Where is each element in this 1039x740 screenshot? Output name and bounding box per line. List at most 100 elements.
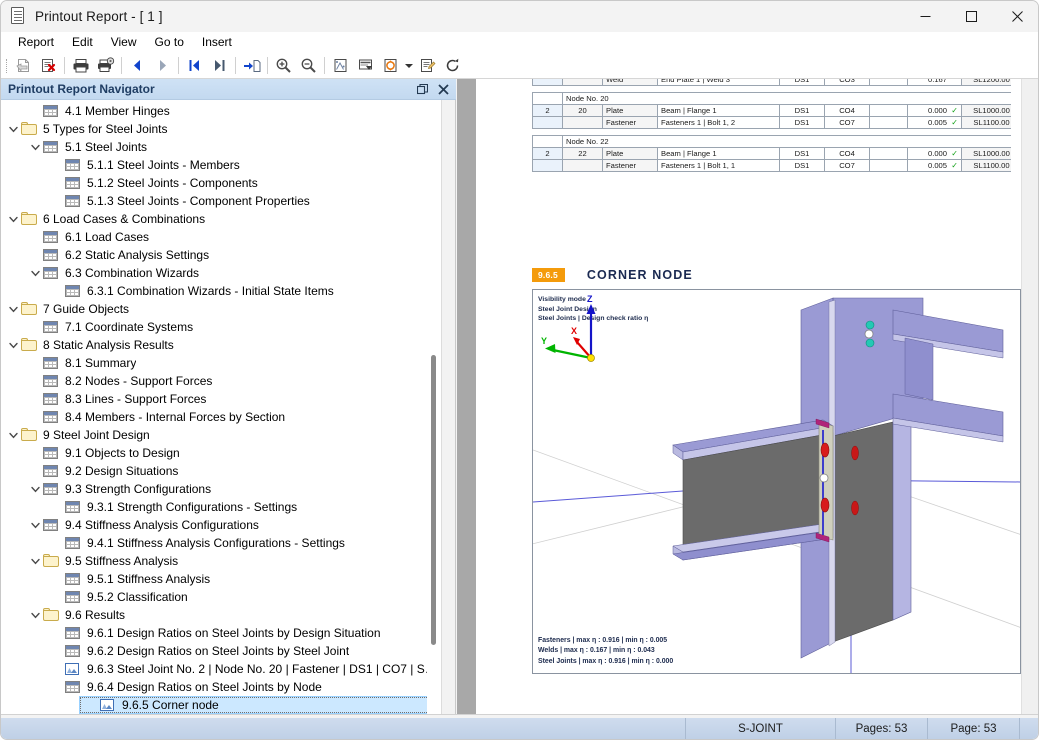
tree-item[interactable]: 6.3.1 Combination Wizards - Initial Stat… <box>1 282 442 300</box>
menu-insert[interactable]: Insert <box>193 33 241 51</box>
tree-item[interactable]: 5.1.3 Steel Joints - Component Propertie… <box>1 192 442 210</box>
next-page-icon[interactable] <box>150 54 175 78</box>
chevron-down-icon[interactable] <box>27 517 43 533</box>
tree-item-label: 9.6.5 Corner node <box>122 698 219 712</box>
chevron-down-icon[interactable] <box>5 121 21 137</box>
close-button[interactable] <box>994 1 1038 32</box>
navigator-vertical-scrollbar[interactable] <box>427 100 441 716</box>
table-cell: CO7 <box>824 116 870 129</box>
previous-page-icon[interactable] <box>125 54 150 78</box>
table-cell: Fastener <box>602 159 658 172</box>
document-vertical-scrollbar[interactable] <box>1021 79 1038 716</box>
legend-line: Steel Joints | max η : 0.916 | min η : 0… <box>538 657 674 665</box>
tree-item[interactable]: 9.3 Strength Configurations <box>1 480 442 498</box>
tree-item[interactable]: 6.1 Load Cases <box>1 228 442 246</box>
menu-report[interactable]: Report <box>9 33 63 51</box>
first-page-icon[interactable] <box>182 54 207 78</box>
tree-item[interactable]: 9.6 Results <box>1 606 442 624</box>
open-report-icon[interactable] <box>11 54 36 78</box>
tree-item[interactable]: 9.6.4 Design Ratios on Steel Joints by N… <box>1 678 442 696</box>
go-to-page-icon[interactable] <box>239 54 264 78</box>
chevron-down-icon[interactable] <box>27 481 43 497</box>
toolbar-grip[interactable] <box>3 57 11 75</box>
export-icon[interactable] <box>378 54 403 78</box>
edit-report-icon[interactable] <box>415 54 440 78</box>
folder-icon <box>21 338 38 352</box>
chevron-down-icon[interactable] <box>403 54 415 78</box>
tree-item[interactable]: 5 Types for Steel Joints <box>1 120 442 138</box>
menu-goto[interactable]: Go to <box>146 33 193 51</box>
tree-item[interactable]: 6.2 Static Analysis Settings <box>1 246 442 264</box>
tree-item[interactable]: 9.6.1 Design Ratios on Steel Joints by D… <box>1 624 442 642</box>
chevron-down-icon[interactable] <box>27 265 43 281</box>
tree-item[interactable]: 6.3 Combination Wizards <box>1 264 442 282</box>
tree-item[interactable]: 4.1 Member Hinges <box>1 102 442 120</box>
selection-icon[interactable] <box>353 54 378 78</box>
chevron-down-icon[interactable] <box>27 607 43 623</box>
tree-item[interactable]: 9.4.1 Stiffness Analysis Configurations … <box>1 534 442 552</box>
tree-item[interactable]: 9.4 Stiffness Analysis Configurations <box>1 516 442 534</box>
tree-item-label: 8.4 Members - Internal Forces by Section <box>65 410 286 424</box>
tree-item[interactable]: 7 Guide Objects <box>1 300 442 318</box>
navigator-tree[interactable]: 4.1 Member Hinges 5 Types for Steel Joint… <box>1 100 442 716</box>
table-icon <box>43 374 60 388</box>
navigator-title: Printout Report Navigator <box>8 82 155 96</box>
tree-item[interactable]: 9.2 Design Situations <box>1 462 442 480</box>
print-icon[interactable] <box>68 54 93 78</box>
tree-item[interactable]: 8.2 Nodes - Support Forces <box>1 372 442 390</box>
print-setup-icon[interactable] <box>93 54 118 78</box>
pic-icon <box>100 698 117 712</box>
tree-item[interactable]: 9.6.3 Steel Joint No. 2 | Node No. 20 | … <box>1 660 442 678</box>
table-group-row: Node No. 20 <box>532 92 1038 105</box>
tree-item[interactable]: 9.5 Stiffness Analysis <box>1 552 442 570</box>
chevron-down-icon[interactable] <box>27 139 43 155</box>
menu-edit[interactable]: Edit <box>63 33 102 51</box>
tree-item-label: 8 Static Analysis Results <box>43 338 174 352</box>
status-band: S-JOINT Pages: 53 Page: 53 <box>1 718 1038 739</box>
page-setup-icon[interactable] <box>328 54 353 78</box>
tree-item[interactable]: 9.5.1 Stiffness Analysis <box>1 570 442 588</box>
menu-view[interactable]: View <box>102 33 146 51</box>
chevron-down-icon[interactable] <box>5 211 21 227</box>
table-cell: DS1 <box>779 147 825 160</box>
table-icon <box>43 464 60 478</box>
tree-item[interactable]: 6 Load Cases & Combinations <box>1 210 442 228</box>
tree-item[interactable]: 8.4 Members - Internal Forces by Section <box>1 408 442 426</box>
float-window-icon[interactable] <box>414 81 431 98</box>
chevron-down-icon[interactable] <box>5 427 21 443</box>
table-cell <box>562 116 603 129</box>
delete-report-icon[interactable] <box>36 54 61 78</box>
status-pages: Pages: 53 <box>835 718 927 739</box>
scrollbar-thumb[interactable] <box>431 355 436 645</box>
zoom-in-icon[interactable] <box>271 54 296 78</box>
tree-item[interactable]: 8.1 Summary <box>1 354 442 372</box>
tree-item[interactable]: 5.1 Steel Joints <box>1 138 442 156</box>
check-icon: ✓ <box>951 118 958 127</box>
tree-item[interactable]: 9 Steel Joint Design <box>1 426 442 444</box>
zoom-out-icon[interactable] <box>296 54 321 78</box>
refresh-icon[interactable] <box>440 54 465 78</box>
tree-item[interactable]: 8 Static Analysis Results <box>1 336 442 354</box>
tree-item[interactable]: 9.3.1 Strength Configurations - Settings <box>1 498 442 516</box>
chevron-down-icon[interactable] <box>5 337 21 353</box>
tree-item-label: 9.3 Strength Configurations <box>65 482 212 496</box>
table-cell: Plate <box>602 147 658 160</box>
chevron-down-icon[interactable] <box>27 553 43 569</box>
maximize-button[interactable] <box>948 1 994 32</box>
minimize-button[interactable] <box>902 1 948 32</box>
toolbar-separator <box>64 57 65 74</box>
tree-item[interactable]: 9.6.2 Design Ratios on Steel Joints by S… <box>1 642 442 660</box>
tree-item[interactable]: 8.3 Lines - Support Forces <box>1 390 442 408</box>
table-cell: Plate <box>602 104 658 117</box>
last-page-icon[interactable] <box>207 54 232 78</box>
tree-item[interactable]: 9.5.2 Classification <box>1 588 442 606</box>
table-group-label: Node No. 20 <box>562 92 1038 105</box>
chevron-down-icon[interactable] <box>5 301 21 317</box>
tree-item[interactable]: 7.1 Coordinate Systems <box>1 318 442 336</box>
tree-item[interactable]: 5.1.2 Steel Joints - Components <box>1 174 442 192</box>
tree-item[interactable]: 9.1 Objects to Design <box>1 444 442 462</box>
tree-item-selected[interactable]: 9.6.5 Corner node <box>79 696 440 714</box>
table-cell: Beam | Flange 1 <box>657 104 780 117</box>
tree-item[interactable]: 5.1.1 Steel Joints - Members <box>1 156 442 174</box>
close-icon[interactable] <box>435 81 452 98</box>
